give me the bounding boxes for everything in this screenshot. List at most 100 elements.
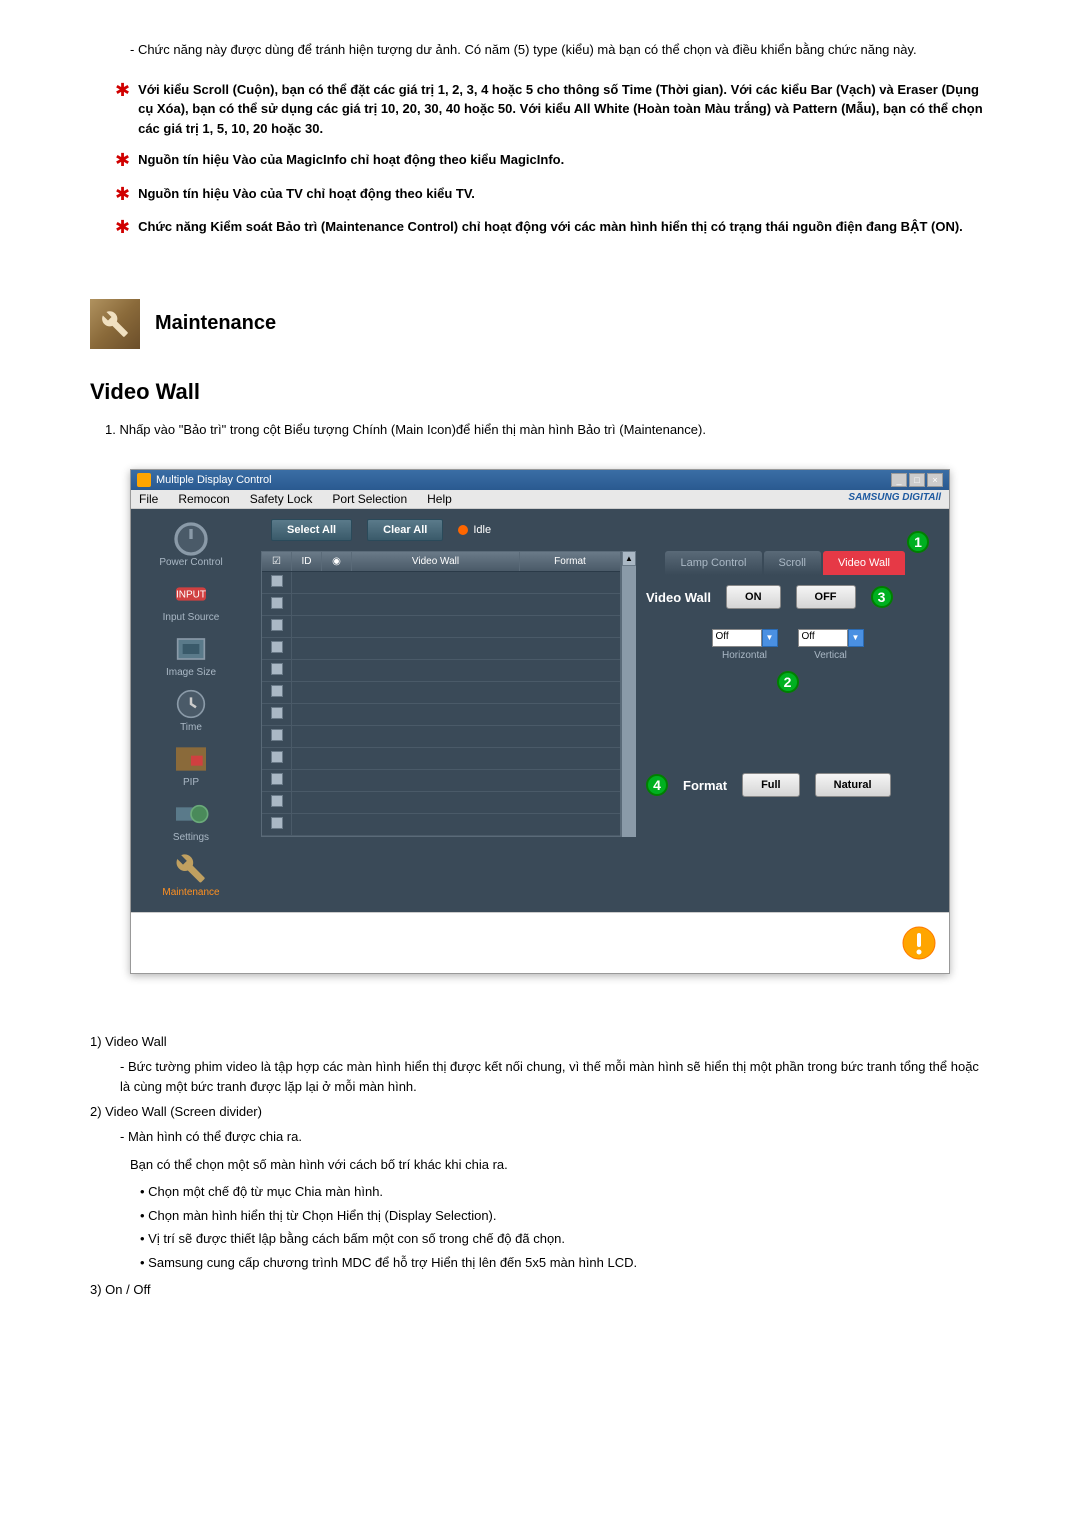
row-checkbox[interactable] (271, 751, 283, 763)
scroll-up[interactable]: ▲ (622, 551, 636, 566)
idle-status: Idle (458, 524, 491, 536)
horizontal-dropdown[interactable]: Off ▼ (712, 629, 778, 647)
settings-icon (171, 798, 211, 830)
table-row[interactable] (262, 682, 620, 704)
on-button[interactable]: ON (726, 585, 781, 609)
star-note-4: ✱ Chức năng Kiểm soát Bảo trì (Maintenan… (115, 217, 990, 239)
intro-bullet: - Chức năng này được dùng để tránh hiện … (130, 40, 990, 60)
input-icon: INPUT (171, 578, 211, 610)
row-checkbox[interactable] (271, 817, 283, 829)
row-checkbox[interactable] (271, 707, 283, 719)
table-row[interactable] (262, 638, 620, 660)
maintenance-title: Maintenance (155, 312, 276, 335)
select-all-button[interactable]: Select All (271, 519, 352, 541)
natural-button[interactable]: Natural (815, 773, 891, 797)
table-row[interactable] (262, 660, 620, 682)
table-row[interactable] (262, 726, 620, 748)
menu-port[interactable]: Port Selection (332, 492, 407, 506)
svg-text:INPUT: INPUT (176, 590, 206, 601)
menu-file[interactable]: File (139, 492, 158, 506)
chevron-down-icon[interactable]: ▼ (848, 629, 864, 647)
table-row[interactable] (262, 704, 620, 726)
star-icon: ✱ (115, 184, 130, 206)
power-icon (171, 523, 211, 555)
warning-icon (899, 923, 939, 963)
step-1: 1. Nhấp vào "Bảo trì" trong cột Biểu tượ… (105, 420, 990, 440)
sidebar-input[interactable]: INPUT Input Source (136, 574, 246, 627)
sub-bullet: Vị trí sẽ được thiết lập bằng cách bấm m… (140, 1229, 990, 1249)
desc-heading-3: 3) On / Off (90, 1282, 990, 1297)
sidebar-power[interactable]: Power Control (136, 519, 246, 572)
star-icon: ✱ (115, 150, 130, 172)
image-icon (171, 633, 211, 665)
tab-scroll[interactable]: Scroll (764, 551, 822, 575)
star-note-3: ✱ Nguồn tín hiệu Vào của TV chỉ hoạt độn… (115, 184, 990, 206)
row-checkbox[interactable] (271, 619, 283, 631)
desc-text-1: - Bức tường phim video là tập hợp các mà… (120, 1057, 990, 1096)
desc-heading-1: 1) Video Wall (90, 1034, 990, 1049)
table-row[interactable] (262, 594, 620, 616)
sidebar-image[interactable]: Image Size (136, 629, 246, 682)
full-button[interactable]: Full (742, 773, 800, 797)
col-id[interactable]: ID (292, 552, 322, 571)
col-format[interactable]: Format (520, 552, 620, 571)
desc-heading-2: 2) Video Wall (Screen divider) (90, 1104, 990, 1119)
row-checkbox[interactable] (271, 641, 283, 653)
sub-bullet: Chọn một chế độ từ mục Chia màn hình. (140, 1182, 990, 1202)
sidebar: Power Control INPUT Input Source Image S… (131, 509, 251, 912)
sidebar-pip[interactable]: PIP (136, 739, 246, 792)
videowall-label: Video Wall (646, 590, 711, 605)
chevron-down-icon[interactable]: ▼ (762, 629, 778, 647)
row-checkbox[interactable] (271, 795, 283, 807)
table-row[interactable] (262, 770, 620, 792)
table-row[interactable] (262, 814, 620, 836)
bottom-bar (131, 912, 949, 973)
tab-videowall[interactable]: Video Wall (823, 551, 905, 575)
titlebar: Multiple Display Control _ □ × (131, 470, 949, 490)
star-icon: ✱ (115, 217, 130, 239)
row-checkbox[interactable] (271, 773, 283, 785)
menu-help[interactable]: Help (427, 492, 452, 506)
star-note-2: ✱ Nguồn tín hiệu Vào của MagicInfo chỉ h… (115, 150, 990, 172)
pip-icon (171, 743, 211, 775)
format-label: Format (683, 778, 727, 793)
tab-lamp[interactable]: Lamp Control (665, 551, 761, 575)
table-row[interactable] (262, 616, 620, 638)
close-button[interactable]: × (927, 473, 943, 487)
col-check[interactable]: ☑ (262, 552, 292, 571)
maintenance-heading: Maintenance (90, 299, 990, 349)
sidebar-maintenance[interactable]: Maintenance (136, 849, 246, 902)
row-checkbox[interactable] (271, 575, 283, 587)
vertical-dropdown[interactable]: Off ▼ (798, 629, 864, 647)
col-icon[interactable]: ◉ (322, 552, 352, 571)
maximize-button[interactable]: □ (909, 473, 925, 487)
row-checkbox[interactable] (271, 663, 283, 675)
desc-text-2b: Bạn có thể chọn một số màn hình với cách… (130, 1155, 990, 1175)
col-vw[interactable]: Video Wall (352, 552, 520, 571)
row-checkbox[interactable] (271, 729, 283, 741)
marker-1: 1 (907, 531, 929, 553)
minimize-button[interactable]: _ (891, 473, 907, 487)
vertical-label: Vertical (814, 650, 847, 661)
table-row[interactable] (262, 748, 620, 770)
sidebar-time[interactable]: Time (136, 684, 246, 737)
window-title: Multiple Display Control (156, 474, 272, 486)
sub-bullet: Samsung cung cấp chương trình MDC để hỗ … (140, 1253, 990, 1273)
wrench-icon (90, 299, 140, 349)
menu-safety[interactable]: Safety Lock (250, 492, 313, 506)
off-button[interactable]: OFF (796, 585, 856, 609)
star-note-1: ✱ Với kiểu Scroll (Cuộn), bạn có thể đặt… (115, 80, 990, 139)
menu-remocon[interactable]: Remocon (178, 492, 229, 506)
clear-all-button[interactable]: Clear All (367, 519, 443, 541)
scrollbar[interactable]: ▲ (621, 551, 636, 837)
marker-2: 2 (777, 671, 799, 693)
menubar: File Remocon Safety Lock Port Selection … (131, 490, 949, 509)
table-row[interactable] (262, 572, 620, 594)
table-row[interactable] (262, 792, 620, 814)
row-checkbox[interactable] (271, 685, 283, 697)
horizontal-label: Horizontal (722, 650, 767, 661)
desc-text-2a: - Màn hình có thể được chia ra. (120, 1127, 990, 1147)
star-icon: ✱ (115, 80, 130, 139)
row-checkbox[interactable] (271, 597, 283, 609)
sidebar-settings[interactable]: Settings (136, 794, 246, 847)
